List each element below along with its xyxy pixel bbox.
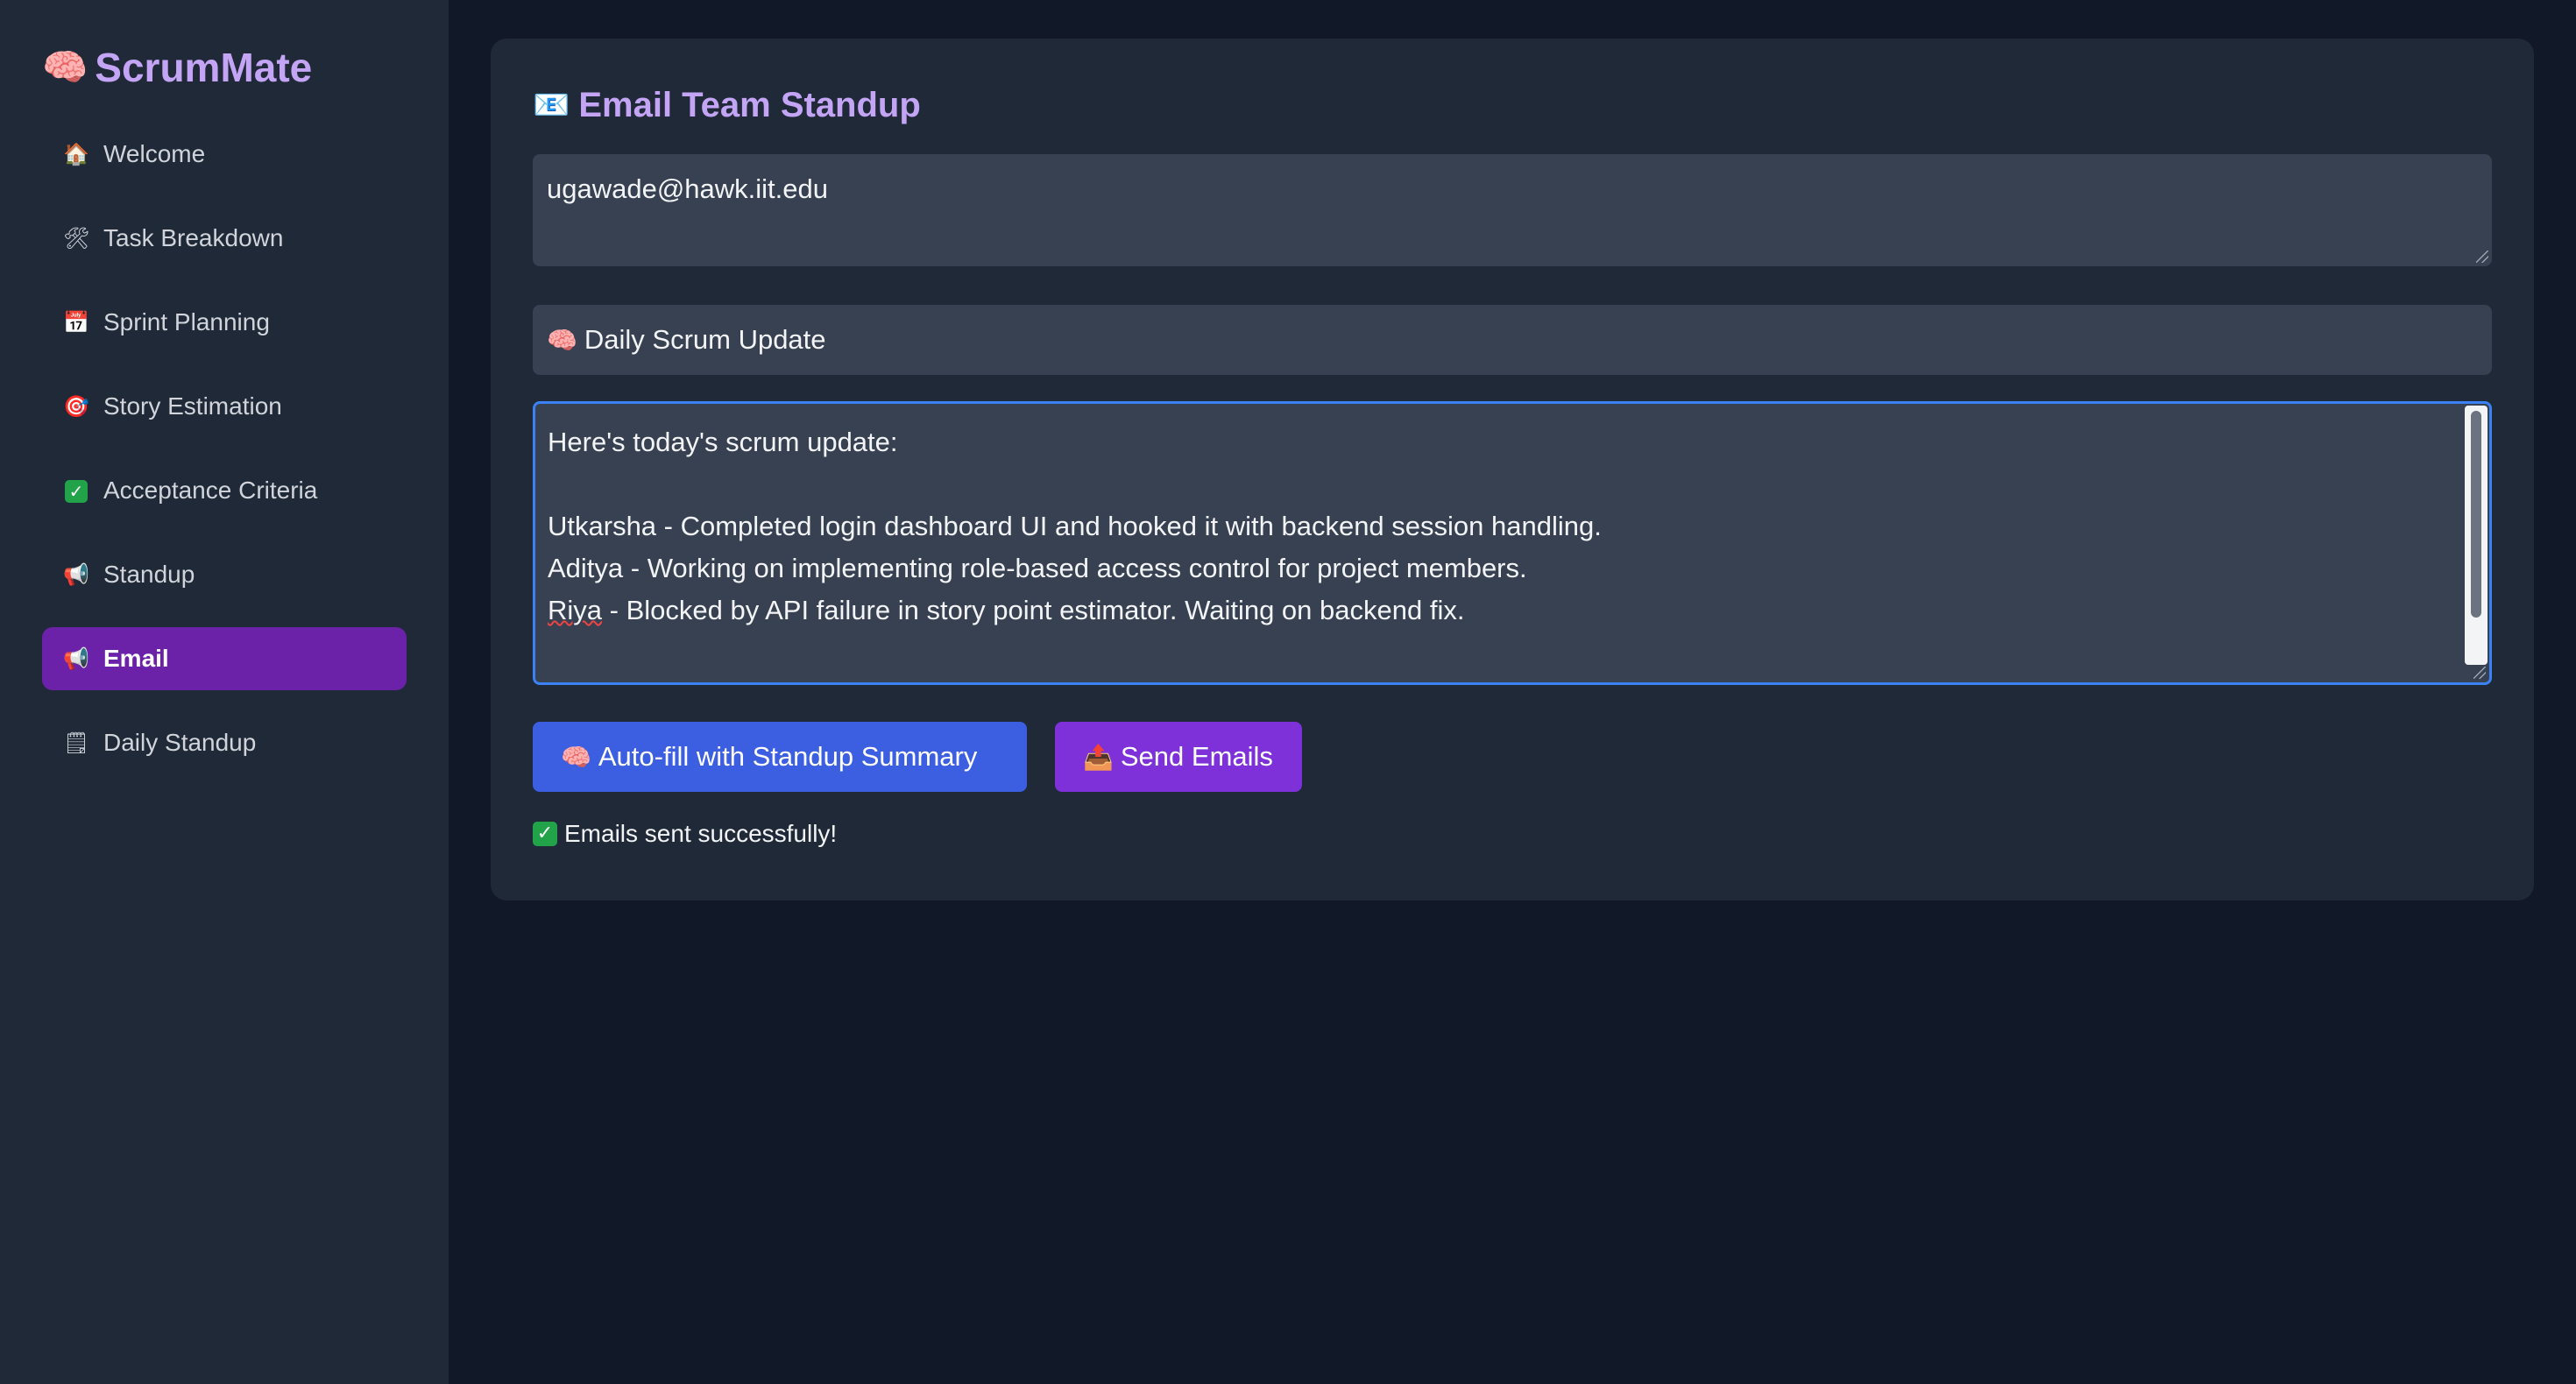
- house-icon: 🏠: [63, 142, 89, 166]
- sidebar-item-standup[interactable]: 📢 Standup: [42, 543, 407, 606]
- body-line: Riya - Blocked by API failure in story p…: [548, 590, 2454, 632]
- brand-name: ScrumMate: [95, 45, 313, 90]
- sidebar-item-label: Task Breakdown: [103, 224, 284, 251]
- status-text: Emails sent successfully!: [564, 820, 838, 847]
- brain-icon: 🧠: [561, 742, 591, 772]
- sidebar-item-label: Welcome: [103, 140, 206, 167]
- spellcheck-word: Riya: [548, 595, 603, 625]
- page-title-text: Email Team Standup: [578, 85, 921, 124]
- sidebar-item-welcome[interactable]: 🏠 Welcome: [42, 123, 407, 186]
- megaphone-icon: 📢: [63, 562, 89, 587]
- email-icon: 📧: [533, 88, 570, 123]
- sidebar-item-email[interactable]: 📢 Email: [42, 627, 407, 690]
- sidebar-item-daily-standup[interactable]: 🗒 Daily Standup: [42, 711, 407, 774]
- sidebar-nav: 🏠 Welcome 🛠 Task Breakdown 📅 Sprint Plan…: [42, 123, 407, 774]
- sidebar-item-story-estimation[interactable]: 🎯 Story Estimation: [42, 375, 407, 438]
- body-scrollbar[interactable]: [2465, 406, 2488, 665]
- check-box-icon: ✓: [63, 478, 89, 503]
- sidebar-item-acceptance-criteria[interactable]: ✓ Acceptance Criteria: [42, 459, 407, 522]
- megaphone-icon: 📢: [63, 646, 89, 671]
- sidebar-item-label: Daily Standup: [103, 729, 257, 756]
- main-content: 📧 Email Team Standup ugawade@hawk.iit.ed…: [449, 0, 2576, 1384]
- sidebar-item-label: Acceptance Criteria: [103, 477, 318, 504]
- email-standup-card: 📧 Email Team Standup ugawade@hawk.iit.ed…: [491, 39, 2534, 900]
- brain-icon: 🧠: [547, 325, 577, 355]
- resize-handle-icon[interactable]: [2473, 667, 2486, 679]
- resize-handle-icon[interactable]: [2476, 251, 2488, 263]
- sidebar-item-label: Sprint Planning: [103, 308, 270, 335]
- send-emails-button[interactable]: 📤 Send Emails: [1055, 722, 1302, 792]
- sidebar: 🧠 ScrumMate 🏠 Welcome 🛠 Task Breakdown 📅…: [0, 0, 449, 1384]
- email-body-textarea[interactable]: Here's today's scrum update: Utkarsha - …: [533, 401, 2492, 685]
- notepad-icon: 🗒: [63, 731, 90, 755]
- recipients-textarea[interactable]: ugawade@hawk.iit.edu: [533, 154, 2492, 266]
- body-line: [548, 463, 2454, 505]
- brain-icon: 🧠: [42, 46, 88, 88]
- subject-input[interactable]: 🧠 Daily Scrum Update: [533, 305, 2492, 375]
- send-emails-button-label: Send Emails: [1120, 741, 1273, 772]
- target-icon: 🎯: [63, 394, 89, 419]
- body-line-rest: - Blocked by API failure in story point …: [602, 595, 1465, 625]
- action-buttons: 🧠 Auto-fill with Standup Summary 📤 Send …: [533, 722, 2492, 792]
- subject-value: Daily Scrum Update: [584, 324, 826, 355]
- brand: 🧠 ScrumMate: [42, 42, 407, 93]
- sidebar-item-label: Email: [103, 645, 169, 672]
- autofill-button[interactable]: 🧠 Auto-fill with Standup Summary: [533, 722, 1027, 792]
- body-line: Aditya - Working on implementing role-ba…: [548, 553, 1527, 583]
- check-mark-icon: ✓: [533, 822, 557, 846]
- sidebar-item-label: Standup: [103, 561, 195, 588]
- calendar-icon: 📅: [63, 310, 89, 335]
- autofill-button-label: Auto-fill with Standup Summary: [598, 741, 978, 772]
- body-line: Here's today's scrum update:: [548, 427, 898, 457]
- status-message: ✓ Emails sent successfully!: [533, 820, 2492, 848]
- check-mark-icon: ✓: [65, 480, 88, 503]
- sidebar-item-sprint-planning[interactable]: 📅 Sprint Planning: [42, 291, 407, 354]
- app-root: 🧠 ScrumMate 🏠 Welcome 🛠 Task Breakdown 📅…: [0, 0, 2576, 1384]
- sidebar-item-task-breakdown[interactable]: 🛠 Task Breakdown: [42, 207, 407, 270]
- sidebar-item-label: Story Estimation: [103, 392, 282, 420]
- outbox-tray-icon: 📤: [1083, 742, 1114, 772]
- page-title: 📧 Email Team Standup: [533, 81, 2492, 130]
- recipients-value: ugawade@hawk.iit.edu: [547, 173, 829, 204]
- tools-icon: 🛠: [63, 226, 90, 251]
- scrollbar-thumb[interactable]: [2471, 411, 2481, 618]
- body-line: Utkarsha - Completed login dashboard UI …: [548, 511, 1602, 541]
